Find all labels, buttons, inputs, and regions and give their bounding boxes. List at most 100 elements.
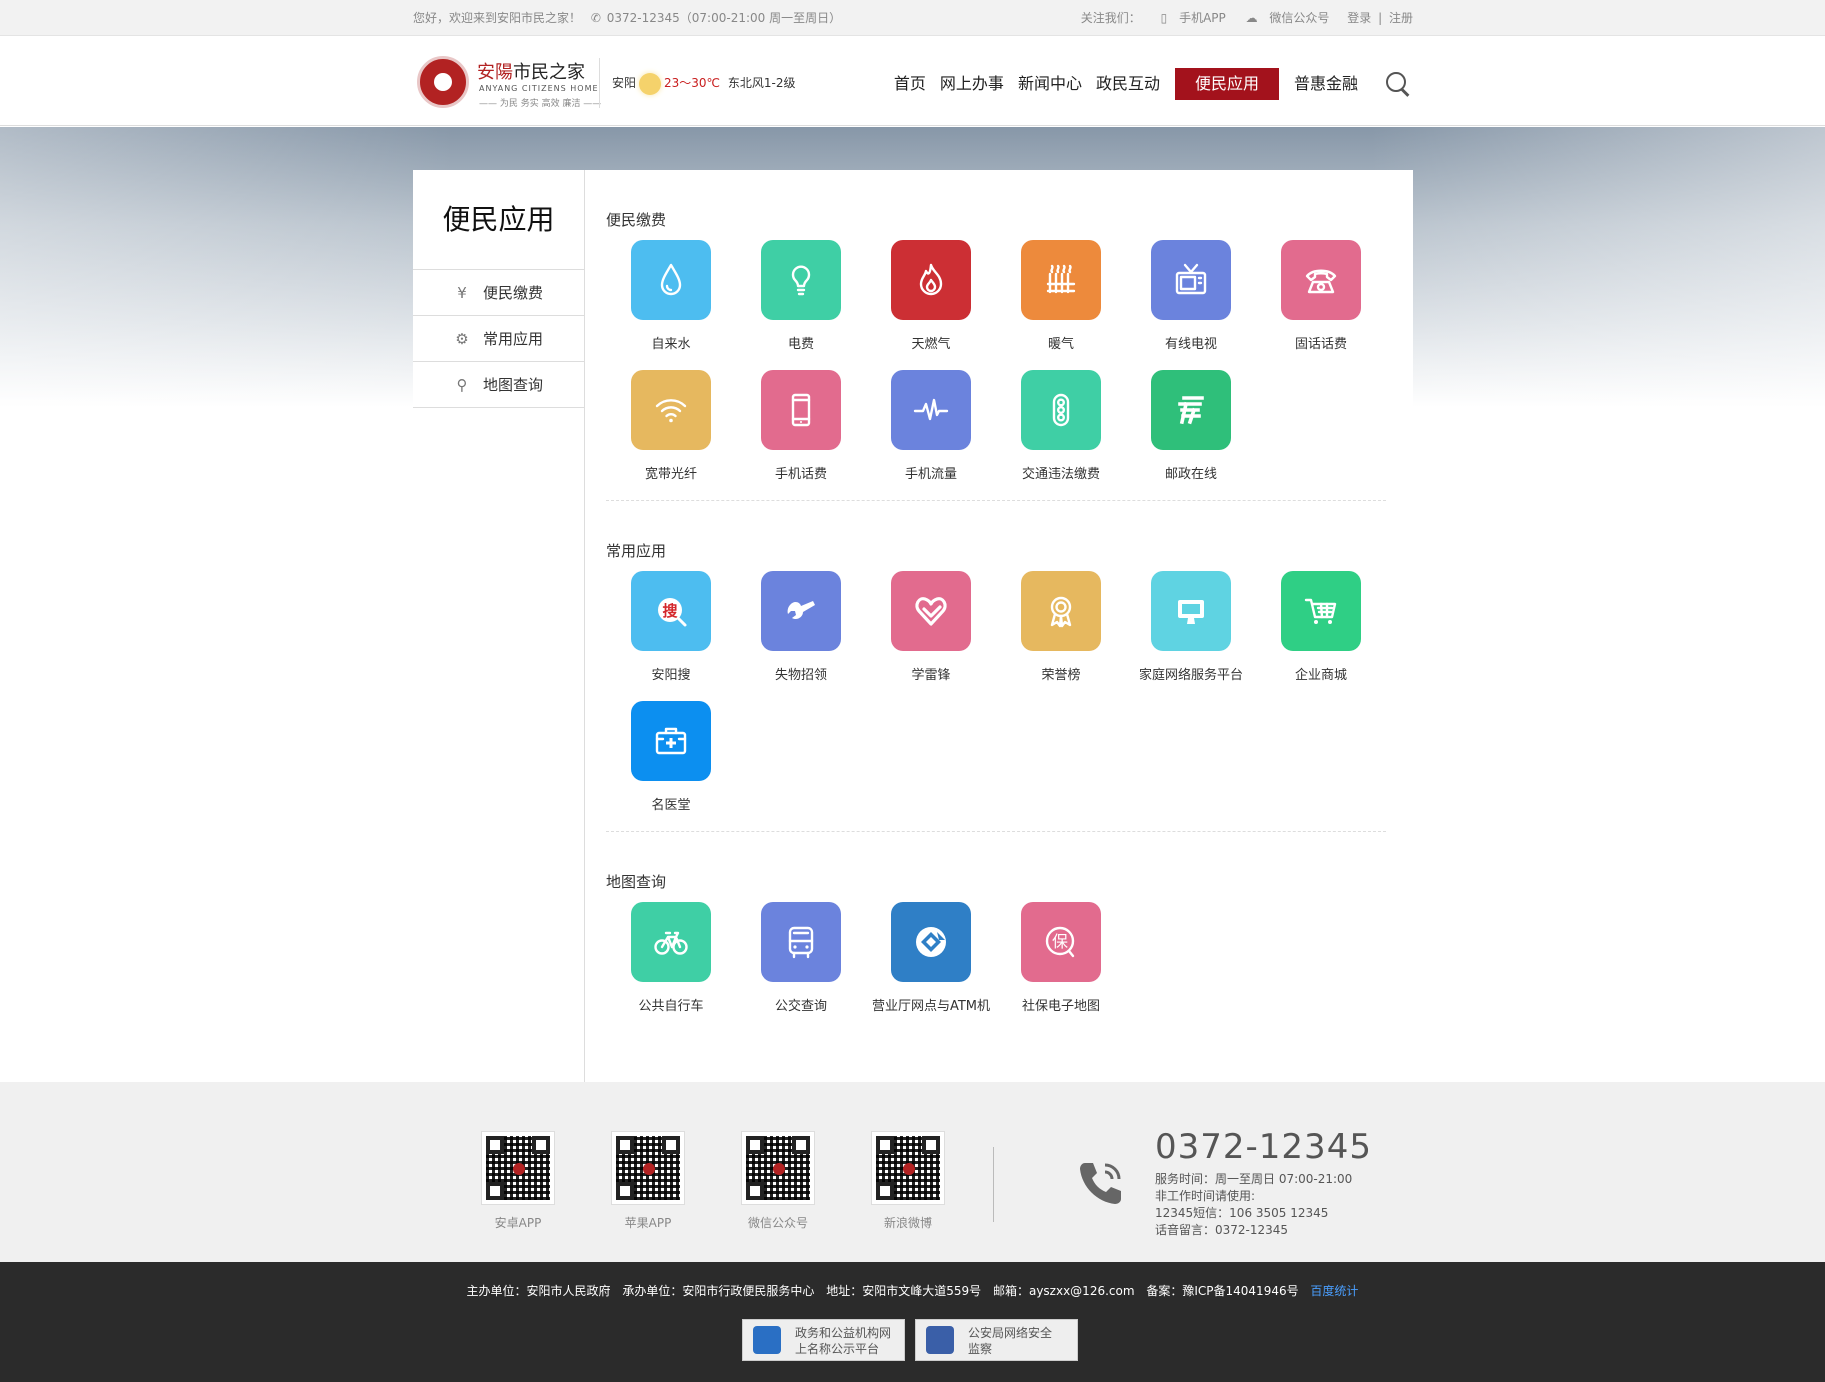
- mobile-icon: ▯: [1160, 11, 1168, 25]
- app-grid: 自来水 电费 天燃气 暖气 有线电视 固话话费宽带光纤 手机话费 手机流量 交通违法缴费 邮政在线: [606, 240, 1386, 500]
- gov-badge[interactable]: 政务和公益机构网 上名称公示平台: [742, 1319, 905, 1361]
- app-grid: 公共自行车 公交查询 营业厅网点与ATM机保社保电子地图: [606, 902, 1386, 1032]
- welcome-text: 您好，欢迎来到安阳市民之家！: [413, 11, 582, 25]
- police-badge[interactable]: 公安局网络安全 监察: [915, 1319, 1078, 1361]
- qr-code-icon: [871, 1131, 945, 1205]
- address: 地址：安阳市文峰大道559号: [826, 1284, 982, 1298]
- app-label: 安阳搜: [651, 668, 691, 683]
- nav-interaction[interactable]: 政民互动: [1091, 68, 1165, 100]
- flame-icon: [891, 240, 971, 320]
- bao-icon: 保: [1021, 902, 1101, 982]
- app-tile[interactable]: 宽带光纤: [606, 370, 736, 500]
- wifi-icon: [631, 370, 711, 450]
- weather-temp: 23～30℃: [664, 76, 721, 90]
- weather-wind: 东北风1-2级: [727, 76, 796, 90]
- map-pin-icon: ⚲: [456, 376, 468, 394]
- nav-online-service[interactable]: 网上办事: [935, 68, 1009, 100]
- app-tile[interactable]: 手机流量: [866, 370, 996, 500]
- qr-label: 新浪微博: [883, 1216, 932, 1230]
- app-tile[interactable]: 天燃气: [866, 240, 996, 370]
- app-tile[interactable]: 公共自行车: [606, 902, 736, 1032]
- app-tile[interactable]: 手机话费: [736, 370, 866, 500]
- wechat-label: 微信公众号: [1269, 11, 1330, 25]
- app-tile[interactable]: 交通违法缴费: [996, 370, 1126, 500]
- app-label: 宽带光纤: [644, 467, 697, 482]
- app-tile[interactable]: 固话话费: [1256, 240, 1386, 370]
- app-label: 暖气: [1047, 337, 1074, 352]
- app-tile[interactable]: 荣誉榜: [996, 571, 1126, 701]
- app-tile[interactable]: 暖气: [996, 240, 1126, 370]
- follow-label: 关注我们：: [1080, 11, 1141, 25]
- nav-news[interactable]: 新闻中心: [1013, 68, 1087, 100]
- site-logo[interactable]: 安陽市民之家 ANYANG CITIZENS HOME —— 为民 务实 高效 …: [413, 56, 613, 112]
- app-label: 营业厅网点与ATM机: [871, 999, 991, 1014]
- login-link[interactable]: 登录: [1347, 11, 1371, 25]
- app-tile[interactable]: 保社保电子地图: [996, 902, 1126, 1032]
- china-post-icon: [1151, 370, 1231, 450]
- water-drop-icon: [631, 240, 711, 320]
- sidebar-item-label: 地图查询: [483, 376, 544, 394]
- app-label: 公共自行车: [638, 999, 704, 1014]
- police-badge-icon: [926, 1326, 954, 1354]
- sidebar-item-label: 常用应用: [483, 330, 544, 348]
- bus-icon: [761, 902, 841, 982]
- nav-home[interactable]: 首页: [889, 68, 931, 100]
- phone-icon: [1080, 1163, 1121, 1204]
- app-tile[interactable]: 学雷锋: [866, 571, 996, 701]
- app-tile[interactable]: 搜安阳搜: [606, 571, 736, 701]
- logo-slogan: —— 为民 务实 高效 廉洁 ——: [479, 99, 602, 109]
- content-panel: 便民应用 ¥ 便民缴费 ⚙ 常用应用 ⚲ 地图查询 便民缴费 自来水 电费 天燃气 暖气…: [413, 170, 1413, 1082]
- logo-english: ANYANG CITIZENS HOME: [479, 84, 599, 93]
- qr-ios: 苹果APP: [583, 1131, 713, 1231]
- footer: 安卓APP 苹果APP 微信公众号 新浪微博 0372-12345 服务时间：周…: [0, 1082, 1825, 1262]
- gov-badge-icon: [753, 1326, 781, 1354]
- tv-icon: [1151, 240, 1231, 320]
- icp: 备案：豫ICP备14041946号: [1146, 1284, 1299, 1298]
- mobile-app-label: 手机APP: [1179, 11, 1226, 25]
- mobile-app-link[interactable]: ▯ 手机APP: [1153, 11, 1226, 25]
- welcome-area: 您好，欢迎来到安阳市民之家！ ✆ 0372-12345（07:00-21:00 …: [413, 0, 841, 36]
- app-tile[interactable]: 公交查询: [736, 902, 866, 1032]
- telephone-icon: [1281, 240, 1361, 320]
- search-sou-icon: 搜: [631, 571, 711, 651]
- main-nav: 首页 网上办事 新闻中心 政民互动 便民应用 普惠金融: [885, 67, 1413, 101]
- gear-icon: ⚙: [455, 330, 469, 348]
- badge-line: 上名称公示平台: [795, 1342, 880, 1356]
- follow-area: 关注我们： ▯ 手机APP ☁ 微信公众号 登录 | 注册: [1073, 0, 1413, 36]
- register-link[interactable]: 注册: [1389, 11, 1413, 25]
- section-title: 地图查询: [606, 873, 667, 891]
- app-label: 学雷锋: [911, 668, 951, 683]
- search-icon[interactable]: [1383, 69, 1413, 99]
- qr-android: 安卓APP: [453, 1131, 583, 1231]
- app-tile[interactable]: 电费: [736, 240, 866, 370]
- section-divider: [606, 831, 1386, 832]
- sidebar-item-map[interactable]: ⚲ 地图查询: [413, 362, 584, 408]
- qr-label: 安卓APP: [494, 1216, 542, 1230]
- nav-convenience-apps[interactable]: 便民应用: [1174, 68, 1279, 100]
- app-tile[interactable]: 营业厅网点与ATM机: [866, 902, 996, 1032]
- sidebar-item-payment[interactable]: ¥ 便民缴费: [413, 270, 584, 316]
- app-tile[interactable]: 邮政在线: [1126, 370, 1256, 500]
- app-tile[interactable]: 有线电视: [1126, 240, 1256, 370]
- sun-icon: [639, 72, 662, 95]
- wechat-link[interactable]: ☁ 微信公众号: [1238, 11, 1330, 25]
- app-tile[interactable]: 失物招领: [736, 571, 866, 701]
- app-tile[interactable]: 名医堂: [606, 701, 736, 831]
- award-ribbon-icon: [1021, 571, 1101, 651]
- app-label: 公交查询: [774, 999, 827, 1014]
- app-tile[interactable]: 自来水: [606, 240, 736, 370]
- badge-line: 政务和公益机构网: [795, 1326, 892, 1340]
- badges: 政务和公益机构网 上名称公示平台 公安局网络安全 监察: [742, 1319, 1088, 1361]
- hotline-line: 话音留言：0372-12345: [1155, 1223, 1289, 1237]
- app-tile[interactable]: 家庭网络服务平台: [1126, 571, 1256, 701]
- top-bar: 您好，欢迎来到安阳市民之家！ ✆ 0372-12345（07:00-21:00 …: [0, 0, 1825, 36]
- section-title: 常用应用: [606, 542, 667, 560]
- sidebar-item-common-apps[interactable]: ⚙ 常用应用: [413, 316, 584, 362]
- app-tile[interactable]: 企业商城: [1256, 571, 1386, 701]
- nav-finance[interactable]: 普惠金融: [1289, 68, 1363, 100]
- stats-link[interactable]: 百度统计: [1310, 1284, 1358, 1298]
- header: 安陽市民之家 ANYANG CITIZENS HOME —— 为民 务实 高效 …: [0, 36, 1825, 126]
- app-section: 便民缴费 自来水 电费 天燃气 暖气 有线电视 固话话费 宽带光纤 手机话费 手机流量 交通违法缴费…: [606, 210, 1386, 501]
- app-label: 自来水: [651, 337, 691, 352]
- bicycle-icon: [631, 902, 711, 982]
